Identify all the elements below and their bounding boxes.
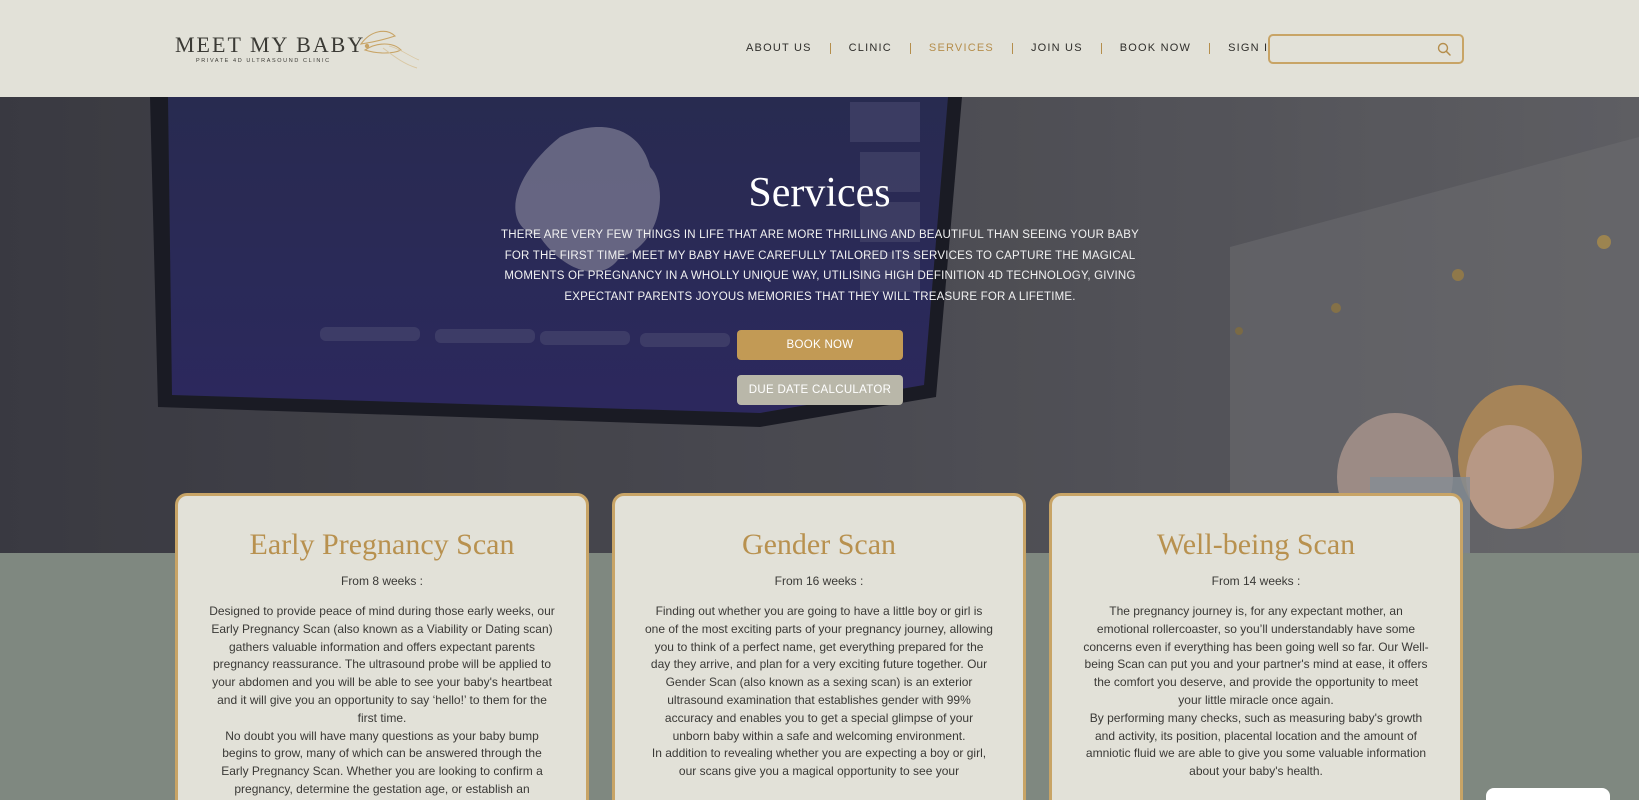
search-box — [1268, 34, 1464, 64]
nav-divider — [909, 42, 911, 54]
card-paragraph: The pregnancy journey is, for any expect… — [1083, 604, 1429, 707]
hero-section: Services There are very few things in li… — [0, 97, 1639, 553]
bee-logo-icon — [359, 30, 420, 69]
card-title: Well-being Scan — [1156, 528, 1356, 561]
hero-title: Services — [748, 170, 891, 216]
search-icon[interactable] — [1436, 41, 1452, 57]
due-date-calculator-button[interactable]: DUE DATE CALCULATOR — [737, 375, 903, 405]
card-from-weeks: From 16 weeks : — [774, 574, 864, 588]
card-body: The pregnancy journey is, for any expect… — [1082, 603, 1430, 781]
service-card-well-being[interactable]: Well-being Scan From 14 weeks : The preg… — [1049, 493, 1463, 800]
card-title: Early Pregnancy Scan — [249, 528, 515, 561]
card-paragraph: By performing many checks, such as measu… — [1085, 710, 1427, 779]
card-paragraph: In addition to revealing whether you are… — [651, 746, 987, 779]
site-logo[interactable]: MEET MY BABY PRIVATE 4D ULTRASOUND CLINI… — [175, 28, 435, 78]
card-body: Finding out whether you are going to hav… — [645, 603, 993, 781]
card-from-weeks: From 14 weeks : — [1211, 574, 1301, 588]
nav-about-us[interactable]: ABOUT US — [746, 42, 812, 54]
nav-join-us[interactable]: JOIN US — [1031, 42, 1083, 54]
nav-divider — [1100, 42, 1102, 54]
logo-subtitle: PRIVATE 4D ULTRASOUND CLINIC — [196, 58, 331, 64]
card-body: Designed to provide peace of mind during… — [208, 603, 556, 799]
search-input[interactable] — [1278, 40, 1428, 58]
main-nav: ABOUT US CLINIC SERVICES JOIN US BOOK NO… — [746, 42, 1277, 54]
logo-title: MEET MY BABY — [175, 32, 366, 57]
hero-background-image — [0, 97, 1639, 553]
site-header: MEET MY BABY PRIVATE 4D ULTRASOUND CLINI… — [0, 0, 1639, 97]
hero-description: There are very few things in life that a… — [500, 229, 1140, 303]
nav-book-now[interactable]: BOOK NOW — [1120, 42, 1191, 54]
service-card-gender[interactable]: Gender Scan From 16 weeks : Finding out … — [612, 493, 1026, 800]
nav-clinic[interactable]: CLINIC — [849, 42, 892, 54]
service-card-early-pregnancy[interactable]: Early Pregnancy Scan From 8 weeks : Desi… — [175, 493, 589, 800]
card-paragraph: Designed to provide peace of mind during… — [209, 604, 555, 725]
book-now-button[interactable]: BOOK NOW — [737, 330, 903, 360]
card-from-weeks: From 8 weeks : — [340, 574, 424, 588]
nav-divider — [829, 42, 831, 54]
nav-divider — [1011, 42, 1013, 54]
card-title: Gender Scan — [741, 528, 897, 561]
nav-services[interactable]: SERVICES — [929, 42, 994, 54]
card-paragraph: No doubt you will have many questions as… — [221, 728, 543, 796]
card-paragraph: Finding out whether you are going to hav… — [645, 604, 993, 743]
chat-widget-tab[interactable] — [1486, 788, 1610, 800]
nav-divider — [1209, 42, 1211, 54]
